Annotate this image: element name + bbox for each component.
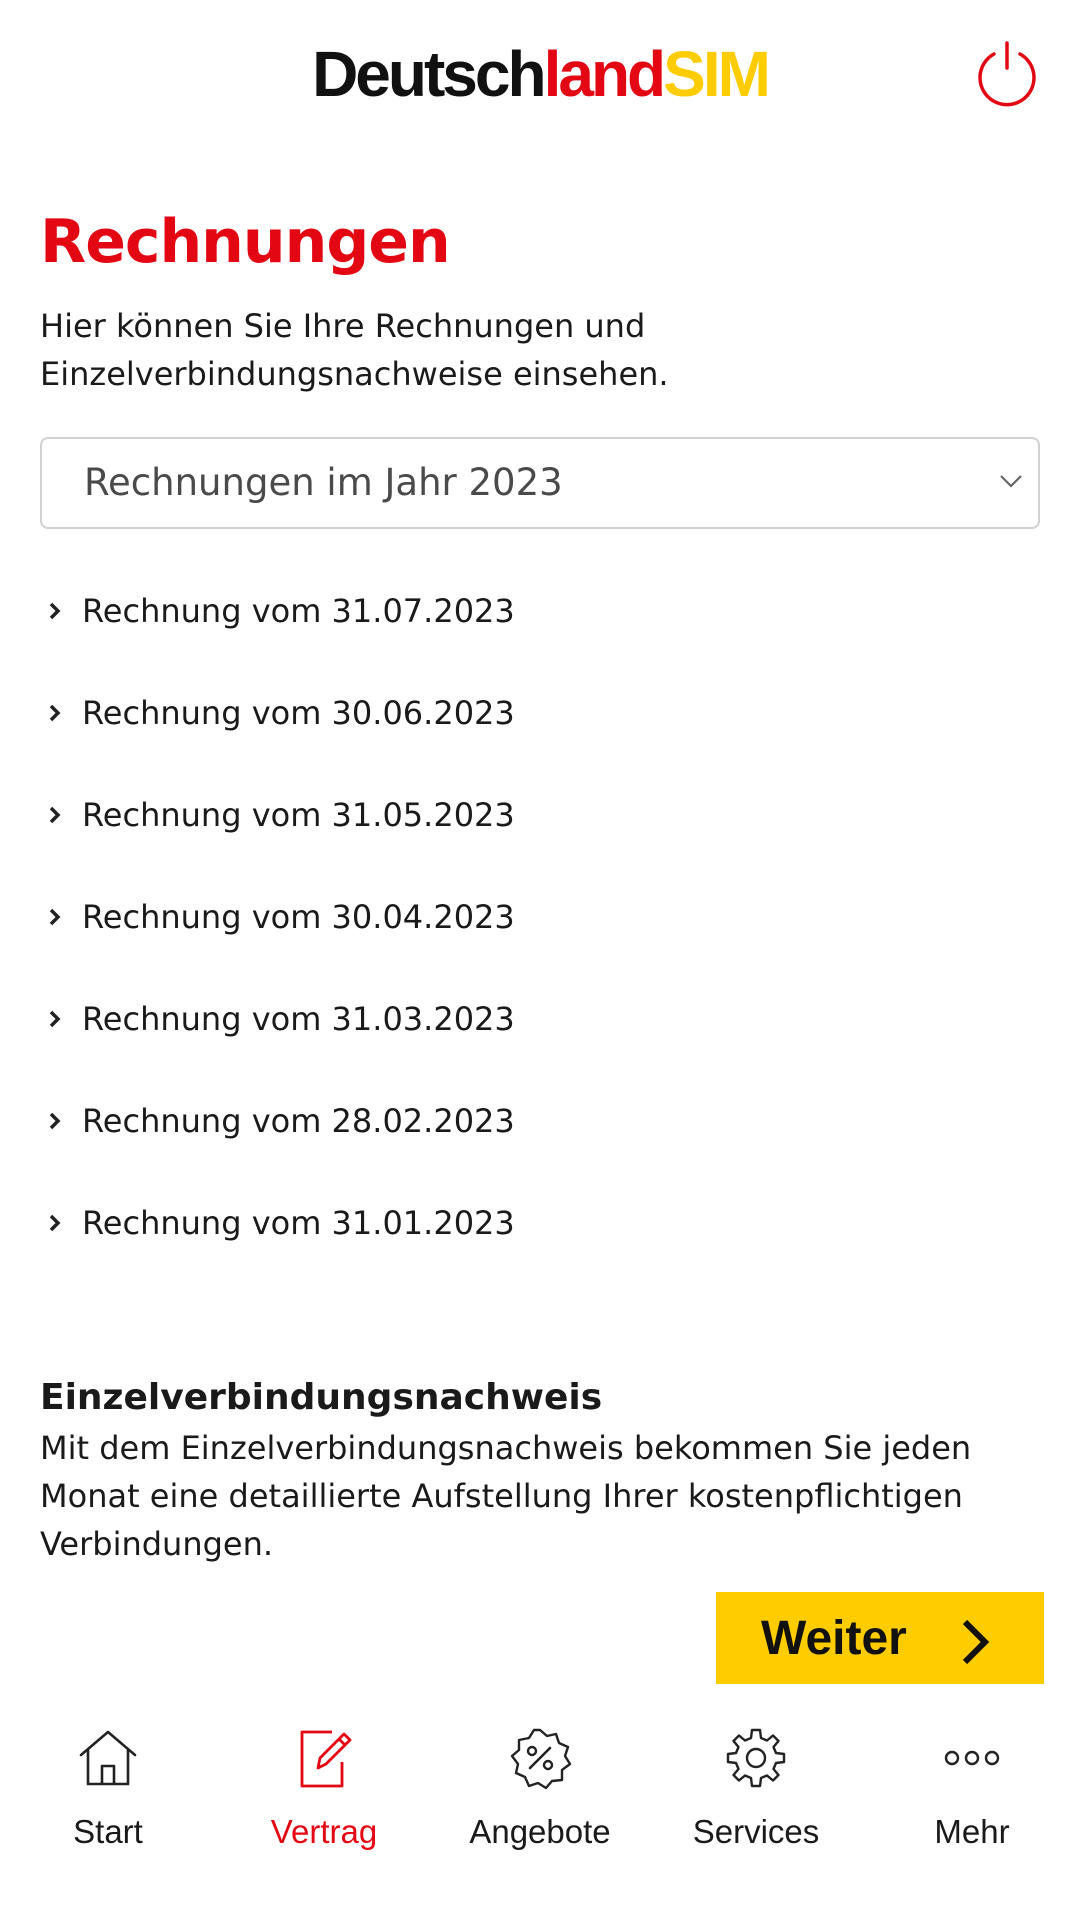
invoice-link-1[interactable]: Rechnung vom 31.07.2023 [40,560,1040,662]
invoice-link-5[interactable]: Rechnung vom 31.03.2023 [40,968,1040,1070]
invoice-link-6[interactable]: Rechnung vom 28.02.2023 [40,1070,1040,1172]
nav-label-services: Services [692,1813,820,1850]
nav-item-start[interactable]: Start [0,1726,216,1876]
more-dots-icon [944,1750,1000,1766]
invoice-list: Rechnung vom 31.07.2023 Rechnung vom 30.… [40,560,1040,1274]
invoice-label: Rechnung vom 30.06.2023 [82,694,515,732]
app-header: DeutschlandSIM [0,0,1080,150]
logo-part-deutsch: Deutsch [312,38,546,110]
invoice-label: Rechnung vom 30.04.2023 [82,898,515,936]
weiter-button[interactable]: Weiter [716,1592,1044,1684]
chevron-right-icon [49,1112,61,1130]
invoice-label: Rechnung vom 31.05.2023 [82,796,515,834]
nav-label-vertrag: Vertrag [270,1813,378,1850]
evn-description: Mit dem Einzelverbindungsnachweis bekomm… [40,1429,972,1563]
contract-edit-icon [300,1730,352,1788]
bottom-navigation: Start Vertrag Angebote Services Mehr [0,1688,1080,1920]
logo-part-land: land [543,38,667,110]
chevron-down-icon [1000,475,1022,488]
gear-icon [726,1728,786,1788]
year-select[interactable]: Rechnungen im Jahr 2023 [40,437,1040,529]
nav-item-services[interactable]: Services [648,1726,864,1876]
chevron-right-icon [49,602,61,620]
brand-logo: DeutschlandSIM [0,36,1080,112]
discount-badge-icon [510,1728,572,1790]
invoice-link-7[interactable]: Rechnung vom 31.01.2023 [40,1172,1040,1274]
invoice-label: Rechnung vom 28.02.2023 [82,1102,515,1140]
chevron-right-icon [49,1214,61,1232]
nav-label-angebote: Angebote [469,1813,611,1850]
invoice-link-3[interactable]: Rechnung vom 31.05.2023 [40,764,1040,866]
home-icon [79,1730,137,1786]
invoice-link-4[interactable]: Rechnung vom 30.04.2023 [40,866,1040,968]
page-intro: Hier können Sie Ihre Rechnungen und Einz… [40,307,669,393]
invoice-link-2[interactable]: Rechnung vom 30.06.2023 [40,662,1040,764]
chevron-right-icon [49,908,61,926]
nav-item-vertrag[interactable]: Vertrag [216,1726,432,1876]
chevron-right-icon [49,704,61,722]
page-title: Rechnungen [40,207,451,277]
chevron-right-icon [49,1010,61,1028]
year-select-value: Rechnungen im Jahr 2023 [84,461,563,504]
nav-item-angebote[interactable]: Angebote [432,1726,648,1876]
nav-item-mehr[interactable]: Mehr [864,1726,1080,1876]
evn-heading: Einzelverbindungsnachweis [40,1377,603,1418]
invoice-label: Rechnung vom 31.07.2023 [82,592,515,630]
logout-button[interactable] [972,40,1042,110]
logo-part-sim: SIM [663,38,771,110]
nav-label-mehr: Mehr [934,1813,1010,1850]
nav-label-start: Start [73,1813,143,1850]
invoice-label: Rechnung vom 31.01.2023 [82,1204,515,1242]
power-icon [978,41,1036,107]
chevron-right-icon [49,806,61,824]
invoice-label: Rechnung vom 31.03.2023 [82,1000,515,1038]
chevron-right-icon [962,1619,990,1665]
weiter-button-label: Weiter [761,1612,907,1665]
